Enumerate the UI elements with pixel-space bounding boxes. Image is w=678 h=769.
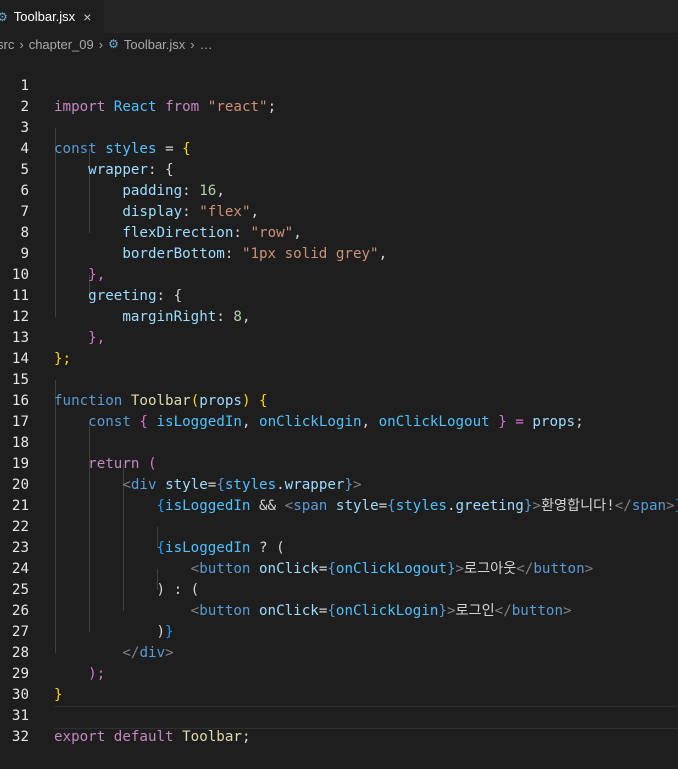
- code-line: 16 const { isLoggedIn, onClickLogin, onC…: [0, 370, 678, 430]
- code-line: 29 }: [0, 643, 678, 703]
- code-line: 19 <div style={styles.wrapper}>: [0, 433, 678, 493]
- breadcrumb-more[interactable]: …: [200, 37, 213, 52]
- code-line: 25 <button onClick={onClickLogin}>로그인</b…: [0, 559, 678, 619]
- code-line: 31 export default Toolbar;: [0, 685, 678, 745]
- code-line: 14: [0, 328, 678, 367]
- breadcrumb-src[interactable]: src: [0, 37, 14, 52]
- code-line: 8 borderBottom: "1px solid grey",: [0, 202, 678, 262]
- code-line: 5 padding: 16,: [0, 139, 678, 199]
- code-line: 18 return (: [0, 412, 678, 472]
- code-line: 12 },: [0, 286, 678, 346]
- line-number: 32: [11, 729, 29, 745]
- breadcrumb: src › chapter_09 › ⚙ Toolbar.jsx › …: [0, 33, 678, 55]
- code-line: 32: [0, 706, 678, 745]
- token: ;: [241, 729, 251, 745]
- code-line: 26 )}: [0, 580, 678, 640]
- code-line: 2: [0, 76, 678, 115]
- breadcrumb-chapter[interactable]: chapter_09: [29, 37, 94, 52]
- code-line: 28 );: [0, 622, 678, 682]
- gear-icon: ⚙: [0, 9, 8, 24]
- chevron-right-icon: ›: [190, 36, 195, 52]
- code-line: 9 },: [0, 223, 678, 283]
- code-editor[interactable]: 1 import React from "react"; 2 3 const s…: [0, 55, 678, 745]
- token: export: [54, 729, 106, 745]
- code-line: 6 display: "flex",: [0, 160, 678, 220]
- token: default: [113, 729, 174, 745]
- code-line: 13 };: [0, 307, 678, 367]
- close-icon[interactable]: ×: [83, 9, 91, 25]
- code-line: 7 flexDirection: "row",: [0, 181, 678, 241]
- code-line: 22 {isLoggedIn ? (: [0, 496, 678, 556]
- code-line: 20 {isLoggedIn && <span style={styles.gr…: [0, 454, 678, 514]
- tab-label: Toolbar.jsx: [13, 9, 76, 24]
- code-line: 24 ) : (: [0, 538, 678, 598]
- code-line: 15 function Toolbar(props) {: [0, 349, 678, 409]
- breadcrumb-file[interactable]: Toolbar.jsx: [124, 37, 185, 52]
- tab-bar: ⚙ Toolbar.jsx ×: [0, 0, 678, 33]
- code-line: 17: [0, 391, 678, 430]
- code-line: 27 </div>: [0, 601, 678, 661]
- chevron-right-icon: ›: [98, 36, 104, 52]
- code-line: 4 wrapper: {: [0, 118, 678, 178]
- tab-toolbar-jsx[interactable]: ⚙ Toolbar.jsx ×: [0, 0, 104, 33]
- chevron-right-icon: ›: [19, 36, 24, 52]
- code-line: 30: [0, 664, 678, 703]
- token: Toolbar: [182, 729, 242, 745]
- code-line: 11 marginRight: 8,: [0, 265, 678, 325]
- code-line: 23 <button onClick={onClickLogout}>로그아웃<…: [0, 517, 678, 577]
- code-line: 3 const styles = {: [0, 97, 678, 157]
- gear-icon: ⚙: [108, 37, 119, 51]
- code-line: 21: [0, 475, 678, 514]
- code-line: 1 import React from "react";: [0, 55, 678, 115]
- code-line: 10 greeting: {: [0, 244, 678, 304]
